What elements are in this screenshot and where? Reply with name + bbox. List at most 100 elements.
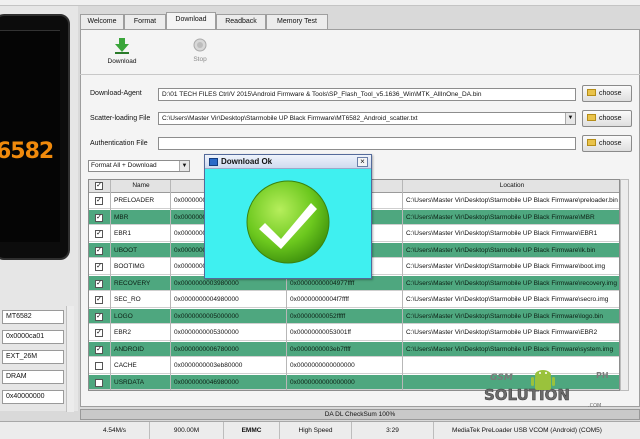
partition-checkbox[interactable]: ✓ — [89, 342, 111, 357]
select-all-checkbox[interactable]: ✓ — [89, 180, 111, 192]
chevron-down-icon[interactable]: ▼ — [179, 161, 189, 171]
partition-row[interactable]: ✓ SEC_RO 0x0000000004980000 0x00000000004f7… — [89, 292, 619, 308]
check-icon[interactable]: ✓ — [95, 213, 103, 222]
status-storage: EMMC — [224, 422, 280, 439]
empty-checkbox-icon[interactable] — [95, 362, 103, 370]
partition-name: BOOTIMG — [114, 263, 145, 270]
left-scrollbar[interactable] — [66, 306, 74, 412]
choose-label: choose — [599, 90, 622, 97]
partition-checkbox[interactable]: ✓ — [89, 226, 111, 241]
check-icon[interactable]: ✓ — [95, 263, 103, 271]
check-icon[interactable]: ✓ — [95, 312, 103, 321]
check-icon[interactable]: ✓ — [95, 279, 103, 288]
partition-checkbox[interactable]: ✓ — [89, 210, 111, 225]
partition-row[interactable]: ✓ LOGO 0x0000000005000000 0x00000000052ffff… — [89, 308, 619, 324]
partition-end: 0x0000000000000000 — [290, 378, 355, 386]
tab-format[interactable]: Format — [124, 14, 166, 29]
partition-location: C:\Users\Master Vir\Desktop\Starmobile U… — [406, 329, 598, 336]
partition-name: UBOOT — [114, 246, 138, 254]
column-divider[interactable] — [402, 180, 403, 390]
choose-label: choose — [599, 140, 622, 147]
tab-readback[interactable]: Readback — [216, 14, 266, 29]
status-usb-speed: High Speed — [280, 422, 352, 439]
partition-row[interactable]: ✓ ANDROID 0x0000000006780000 0x0000000003eb… — [89, 341, 619, 357]
check-icon[interactable]: ✓ — [95, 197, 103, 205]
scatter-file-combo[interactable]: C:\Users\Master Vir\Desktop\Starmobile U… — [158, 112, 576, 125]
partition-location: C:\Users\Master Vir\Desktop\Starmobile U… — [406, 246, 596, 254]
download-agent-label: Download-Agent — [90, 90, 142, 97]
download-mode-value: Format All + Download — [91, 162, 157, 169]
partition-location: C:\Users\Master Vir\Desktop\Starmobile U… — [406, 230, 598, 237]
partition-begin: 0x0000000004980000 — [174, 296, 239, 303]
partition-checkbox[interactable]: ✓ — [89, 309, 111, 324]
download-agent-field[interactable]: D:\01 TECH FILES Ctrl/V 2015\Android Fir… — [158, 88, 576, 101]
column-divider[interactable] — [110, 180, 111, 390]
status-size: 900.00M — [150, 422, 224, 439]
download-mode-select[interactable]: Format All + Download ▼ — [88, 160, 190, 172]
tab-memory-test[interactable]: Memory Test — [266, 14, 328, 29]
choose-download-agent-button[interactable]: choose — [582, 85, 632, 102]
tab-welcome[interactable]: Welcome — [80, 14, 124, 29]
partition-name: MBR — [114, 213, 129, 221]
tab-download[interactable]: Download — [166, 12, 216, 30]
partition-begin: 0x0000000005000000 — [174, 312, 239, 320]
partition-end: 0x00000000052fffff — [290, 312, 346, 320]
partition-name: ANDROID — [114, 345, 144, 353]
empty-checkbox-icon[interactable] — [95, 378, 103, 387]
partition-checkbox[interactable]: ✓ — [89, 193, 111, 208]
menu-bar — [0, 0, 640, 6]
partition-begin: 0x0000000046980000 — [174, 378, 239, 386]
stop-label: Stop — [193, 56, 207, 63]
download-label: Download — [107, 58, 137, 65]
download-button[interactable]: Download — [104, 38, 140, 65]
ram-type-field: DRAM — [2, 370, 64, 384]
ram-size-field: 0x40000000 — [2, 390, 64, 404]
partition-name: LOGO — [114, 312, 133, 320]
partition-checkbox[interactable]: ✓ — [89, 259, 111, 274]
partition-checkbox[interactable]: ✓ — [89, 276, 111, 291]
partition-location: C:\Users\Master Vir\Desktop\Starmobile U… — [406, 263, 606, 270]
partition-location: C:\Users\Master Vir\Desktop\Starmobile U… — [406, 279, 617, 287]
partition-name: PRELOADER — [114, 197, 155, 204]
device-panel: 6582 MT6582 0x0000ca01 EXT_26M DRAM 0x40… — [0, 6, 78, 412]
chip-name-field: MT6582 — [2, 310, 64, 324]
partition-row[interactable]: ✓ EBR2 0x0000000005300000 0x00000000053001f… — [89, 325, 619, 341]
check-icon[interactable]: ✓ — [95, 230, 103, 238]
progress-bar: DA DL CheckSum 100% — [80, 409, 640, 420]
clock-field: EXT_26M — [2, 350, 64, 364]
download-ok-dialog: Download Ok × — [204, 154, 372, 279]
check-icon[interactable]: ✓ — [95, 345, 103, 354]
download-arrow-icon — [115, 38, 129, 54]
app-icon — [209, 158, 218, 166]
auth-file-label: Authentication File — [90, 140, 148, 147]
partition-checkbox[interactable] — [89, 375, 111, 390]
check-icon[interactable]: ✓ — [95, 329, 103, 337]
partition-name: USRDATA — [114, 378, 145, 386]
close-button[interactable]: × — [357, 157, 368, 167]
partition-end: 0x00000000053001ff — [290, 329, 351, 336]
partition-checkbox[interactable]: ✓ — [89, 325, 111, 340]
check-icon[interactable]: ✓ — [95, 182, 103, 190]
column-header: Location — [499, 182, 525, 189]
table-scrollbar[interactable] — [620, 179, 629, 391]
auth-file-field[interactable] — [158, 137, 576, 150]
partition-checkbox[interactable]: ✓ — [89, 243, 111, 258]
svg-text:SOLUTION: SOLUTION — [484, 386, 570, 404]
dialog-titlebar[interactable]: Download Ok × — [205, 155, 371, 169]
status-port: MediaTek PreLoader USB VCOM (Android) (C… — [452, 427, 602, 434]
phone-screen: 6582 — [0, 30, 60, 242]
choose-scatter-button[interactable]: choose — [582, 110, 632, 127]
partition-begin: 0x0000000006780000 — [174, 345, 239, 353]
choose-auth-button[interactable]: choose — [582, 135, 632, 152]
scatter-file-label: Scatter-loading File — [90, 115, 151, 122]
partition-checkbox[interactable] — [89, 358, 111, 373]
column-divider[interactable] — [170, 180, 171, 390]
stop-button[interactable]: Stop — [182, 38, 218, 63]
check-icon[interactable]: ✓ — [95, 246, 103, 255]
chevron-down-icon[interactable]: ▼ — [565, 113, 575, 124]
partition-checkbox[interactable]: ✓ — [89, 292, 111, 307]
chip-hw-code-field: 0x0000ca01 — [2, 330, 64, 344]
phone-illustration: 6582 — [0, 14, 70, 260]
folder-icon — [587, 114, 596, 121]
check-icon[interactable]: ✓ — [95, 296, 103, 304]
